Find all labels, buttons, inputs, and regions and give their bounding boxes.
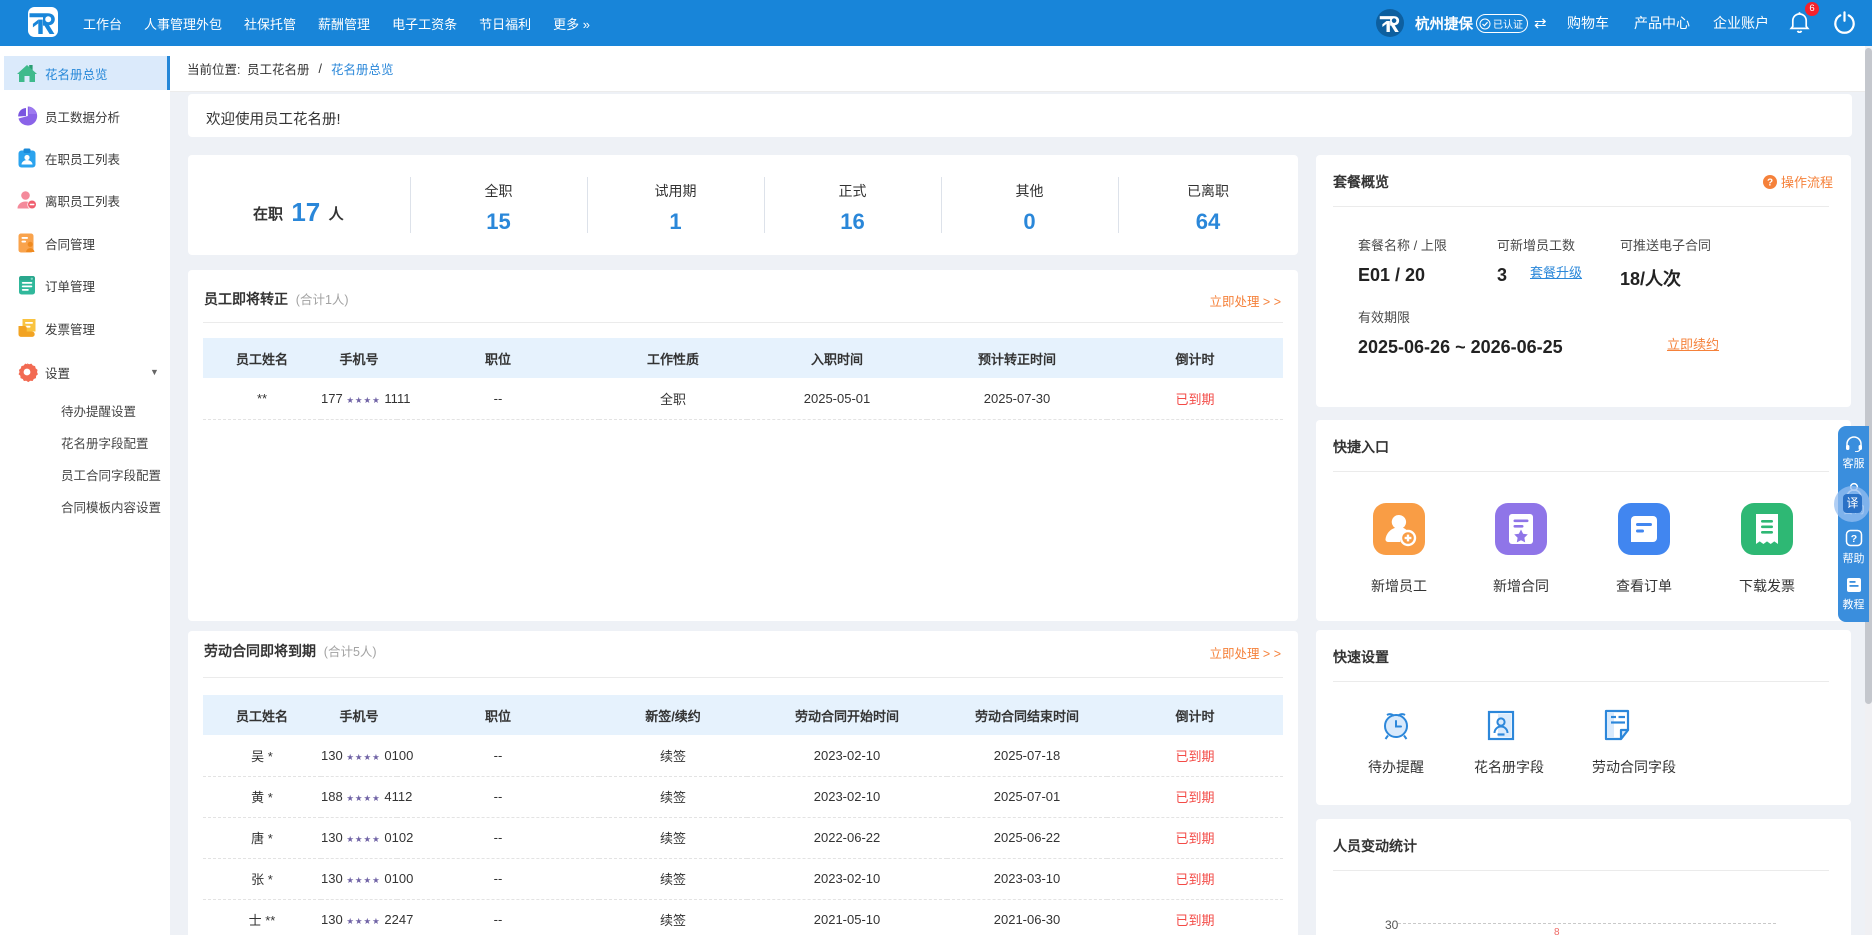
svg-text:?: ? [1850, 533, 1856, 545]
svg-text:?: ? [1767, 178, 1773, 189]
